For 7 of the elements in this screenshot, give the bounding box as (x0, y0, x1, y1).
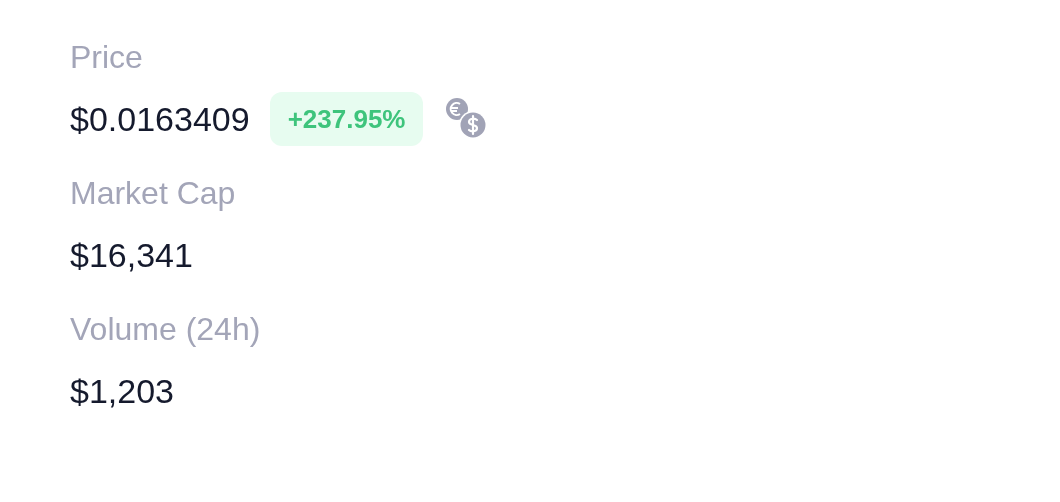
change-badge: +237.95% (269, 92, 424, 146)
stat-value: $0.0163409 (70, 99, 250, 140)
stat-label: Price (70, 38, 144, 77)
stat-value: $1,203 (70, 371, 174, 412)
stat-value: $16,341 (70, 235, 193, 276)
stat-label: Market Cap (70, 174, 237, 213)
stat-label: Volume (24h) (70, 310, 262, 349)
